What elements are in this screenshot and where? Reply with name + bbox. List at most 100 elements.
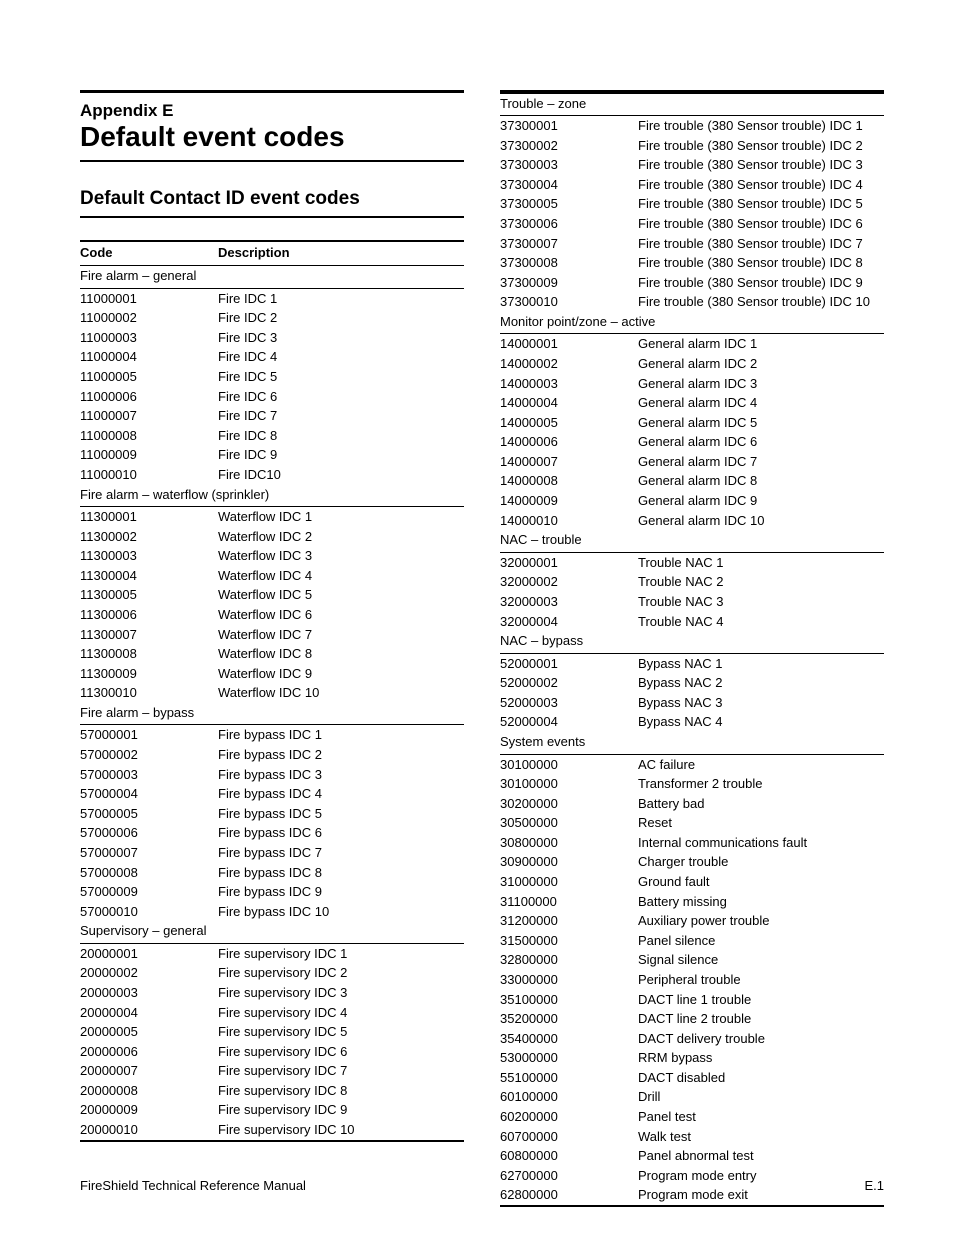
code-cell: 60800000	[500, 1146, 638, 1166]
description-cell: Battery missing	[638, 892, 884, 912]
description-cell: Fire IDC 5	[218, 367, 464, 387]
description-cell: Panel silence	[638, 931, 884, 951]
page: Appendix E Default event codes Default C…	[0, 0, 954, 1235]
code-cell: 20000001	[80, 943, 218, 963]
table-row: 57000007Fire bypass IDC 7	[80, 843, 464, 863]
code-cell: 11300007	[80, 625, 218, 645]
description-cell: Fire supervisory IDC 9	[218, 1100, 464, 1120]
description-cell: Internal communications fault	[638, 833, 884, 853]
code-cell: 55100000	[500, 1068, 638, 1088]
table-row: 57000004Fire bypass IDC 4	[80, 784, 464, 804]
code-cell: 20000007	[80, 1061, 218, 1081]
code-cell: 30200000	[500, 794, 638, 814]
right-column: Trouble – zone37300001Fire trouble (380 …	[500, 90, 884, 1207]
description-cell: Fire supervisory IDC 5	[218, 1022, 464, 1042]
description-cell: Fire supervisory IDC 3	[218, 983, 464, 1003]
code-cell: 14000001	[500, 334, 638, 354]
code-cell: 60200000	[500, 1107, 638, 1127]
section-heading: Trouble – zone	[500, 93, 884, 116]
appendix-label: Appendix E	[80, 101, 464, 121]
description-cell: Panel abnormal test	[638, 1146, 884, 1166]
table-row: 14000009General alarm IDC 9	[500, 491, 884, 511]
section-heading: NAC – trouble	[500, 530, 884, 552]
code-cell: 35200000	[500, 1009, 638, 1029]
description-cell: General alarm IDC 4	[638, 393, 884, 413]
code-cell: 37300009	[500, 273, 638, 293]
code-cell: 11300005	[80, 585, 218, 605]
table-row: 11300007Waterflow IDC 7	[80, 625, 464, 645]
code-cell: 11000006	[80, 387, 218, 407]
table-row: 57000003Fire bypass IDC 3	[80, 765, 464, 785]
section-heading-cell: NAC – bypass	[500, 631, 884, 653]
table-row: 11000006Fire IDC 6	[80, 387, 464, 407]
code-cell: 37300006	[500, 214, 638, 234]
description-cell: General alarm IDC 8	[638, 471, 884, 491]
code-cell: 57000005	[80, 804, 218, 824]
code-cell: 11000001	[80, 288, 218, 308]
table-row: 20000004Fire supervisory IDC 4	[80, 1003, 464, 1023]
section-heading: Fire alarm – bypass	[80, 703, 464, 725]
code-cell: 30800000	[500, 833, 638, 853]
table-row: 11000005Fire IDC 5	[80, 367, 464, 387]
code-cell: 31500000	[500, 931, 638, 951]
section-heading: Supervisory – general	[80, 921, 464, 943]
table-row: 35100000DACT line 1 trouble	[500, 990, 884, 1010]
code-cell: 11300010	[80, 683, 218, 703]
code-cell: 31000000	[500, 872, 638, 892]
footer-right: E.1	[864, 1178, 884, 1193]
description-cell: Fire bypass IDC 4	[218, 784, 464, 804]
description-cell: Waterflow IDC 7	[218, 625, 464, 645]
code-cell: 11000002	[80, 308, 218, 328]
description-cell: Fire IDC 9	[218, 445, 464, 465]
code-cell: 11000009	[80, 445, 218, 465]
section-heading: Monitor point/zone – active	[500, 312, 884, 334]
code-cell: 37300008	[500, 253, 638, 273]
code-cell: 20000008	[80, 1081, 218, 1101]
description-cell: Fire trouble (380 Sensor trouble) IDC 5	[638, 194, 884, 214]
description-cell: Fire IDC 4	[218, 347, 464, 367]
table-row: 20000006Fire supervisory IDC 6	[80, 1042, 464, 1062]
description-cell: Fire IDC 6	[218, 387, 464, 407]
table-row: 30900000Charger trouble	[500, 852, 884, 872]
description-cell: Trouble NAC 4	[638, 612, 884, 632]
code-cell: 35100000	[500, 990, 638, 1010]
table-row: 32000003Trouble NAC 3	[500, 592, 884, 612]
code-cell: 14000006	[500, 432, 638, 452]
table-row: 53000000RRM bypass	[500, 1048, 884, 1068]
code-cell: 20000005	[80, 1022, 218, 1042]
table-row: 37300006Fire trouble (380 Sensor trouble…	[500, 214, 884, 234]
table-row: 52000003Bypass NAC 3	[500, 693, 884, 713]
description-cell: Fire trouble (380 Sensor trouble) IDC 10	[638, 292, 884, 312]
table-row: 60800000Panel abnormal test	[500, 1146, 884, 1166]
section-heading-cell: Monitor point/zone – active	[500, 312, 884, 334]
table-row: 20000003Fire supervisory IDC 3	[80, 983, 464, 1003]
description-cell: Fire supervisory IDC 6	[218, 1042, 464, 1062]
section-heading-cell: Trouble – zone	[500, 93, 884, 116]
code-cell: 11300006	[80, 605, 218, 625]
code-cell: 30100000	[500, 754, 638, 774]
table-end-rule	[80, 1140, 464, 1141]
left-table: Code Description Fire alarm – general110…	[80, 240, 464, 1142]
code-cell: 14000008	[500, 471, 638, 491]
table-row: 11000002Fire IDC 2	[80, 308, 464, 328]
code-cell: 57000002	[80, 745, 218, 765]
table-row: 11000003Fire IDC 3	[80, 328, 464, 348]
table-row: 11000004Fire IDC 4	[80, 347, 464, 367]
description-cell: General alarm IDC 6	[638, 432, 884, 452]
code-cell: 14000003	[500, 374, 638, 394]
code-cell: 14000002	[500, 354, 638, 374]
table-row: 52000002Bypass NAC 2	[500, 673, 884, 693]
code-cell: 14000010	[500, 511, 638, 531]
code-cell: 33000000	[500, 970, 638, 990]
description-cell: DACT disabled	[638, 1068, 884, 1088]
table-row: 37300008Fire trouble (380 Sensor trouble…	[500, 253, 884, 273]
table-row: 11300004Waterflow IDC 4	[80, 566, 464, 586]
description-cell: General alarm IDC 7	[638, 452, 884, 472]
description-cell: Waterflow IDC 8	[218, 644, 464, 664]
table-row: 30200000Battery bad	[500, 794, 884, 814]
description-cell: Fire trouble (380 Sensor trouble) IDC 8	[638, 253, 884, 273]
table-row: 52000001Bypass NAC 1	[500, 653, 884, 673]
description-cell: Waterflow IDC 3	[218, 546, 464, 566]
section-heading: Fire alarm – general	[80, 266, 464, 289]
description-cell: Waterflow IDC 1	[218, 507, 464, 527]
